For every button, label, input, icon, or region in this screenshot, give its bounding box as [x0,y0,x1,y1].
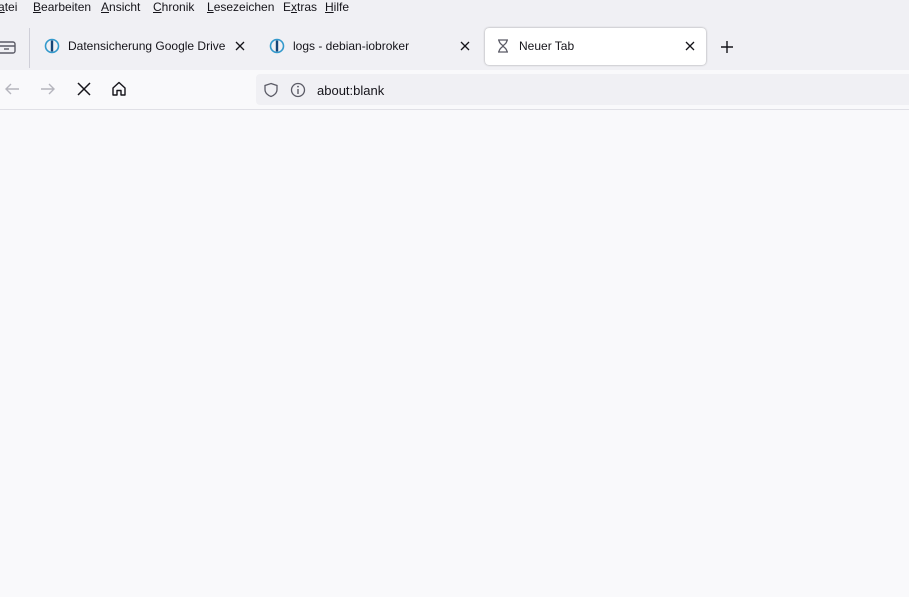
tab-neuer-tab[interactable]: Neuer Tab [485,28,706,65]
close-icon[interactable] [459,40,471,52]
menu-extras[interactable]: Extras [283,0,317,14]
shield-icon[interactable] [263,82,279,98]
forward-arrow-icon[interactable] [39,80,57,98]
close-icon[interactable] [234,40,246,52]
menu-bar: atei Bearbeiten Ansicht Chronik Lesezeic… [0,0,909,14]
navigation-toolbar: about:blank [0,70,909,110]
tab-title: Datensicherung Google Drive [68,39,226,53]
page-content-blank[interactable] [0,110,909,597]
tab-bar: Datensicherung Google Drive logs - debia… [0,14,909,70]
back-arrow-icon[interactable] [3,80,21,98]
iobroker-icon [44,38,60,54]
tab-title: logs - debian-iobroker [293,39,410,53]
tab-list-icon[interactable] [0,38,18,56]
menu-lesezeichen[interactable]: Lesezeichen [207,0,274,14]
menu-bearbeiten[interactable]: Bearbeiten [33,0,91,14]
home-icon[interactable] [110,80,128,98]
menu-chronik[interactable]: Chronik [153,0,194,14]
menu-hilfe[interactable]: Hilfe [325,0,349,14]
hourglass-icon [495,38,511,54]
tab-datensicherung[interactable]: Datensicherung Google Drive [34,28,256,65]
menu-ansicht[interactable]: Ansicht [101,0,140,14]
stop-icon[interactable] [75,80,93,98]
tab-separator [29,28,30,68]
close-icon[interactable] [684,40,696,52]
tab-title: Neuer Tab [519,39,575,53]
tab-logs[interactable]: logs - debian-iobroker [259,28,481,65]
new-tab-plus-icon[interactable] [718,38,736,56]
info-icon[interactable] [290,82,306,98]
iobroker-icon [269,38,285,54]
url-bar[interactable]: about:blank [256,74,909,105]
url-text[interactable]: about:blank [317,83,384,98]
menu-datei[interactable]: atei [0,0,17,14]
